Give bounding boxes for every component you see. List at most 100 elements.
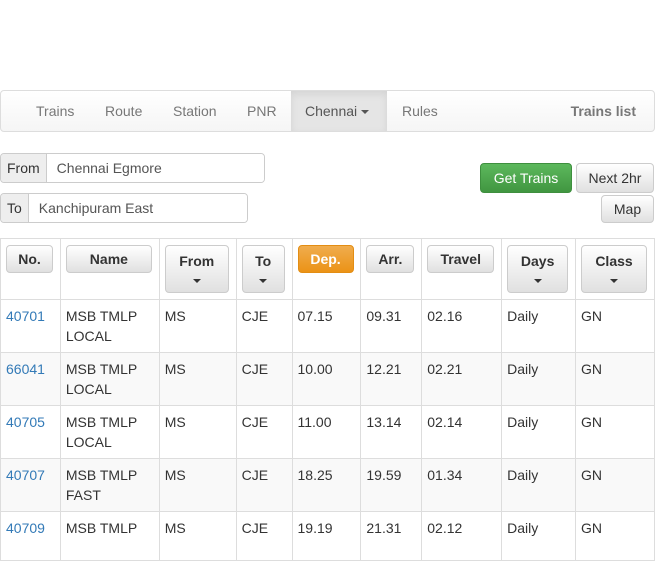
- table-cell: Daily: [501, 511, 576, 561]
- nav-station[interactable]: Station: [173, 91, 217, 131]
- sort-from-button[interactable]: From: [164, 245, 229, 293]
- table-cell: MSB TMLP LOCAL: [59, 352, 160, 406]
- table-cell: MS: [158, 458, 237, 512]
- table-cell: 10.00: [291, 352, 362, 406]
- sort-name-button[interactable]: Name: [65, 245, 152, 273]
- sort-dep-button[interactable]: Dep.: [297, 245, 354, 273]
- table-cell: Daily: [501, 299, 576, 353]
- get-trains-button[interactable]: Get Trains: [480, 163, 572, 193]
- sort-travel-button[interactable]: Travel: [427, 245, 495, 273]
- table-cell: GN: [575, 511, 655, 561]
- table-cell: 40709: [0, 511, 61, 561]
- nav-pnr[interactable]: PNR: [247, 91, 277, 131]
- table-cell: MS: [158, 352, 237, 406]
- table-cell: MSB TMLP: [59, 511, 160, 561]
- column-header: Travel: [421, 238, 503, 300]
- sort-arr-button[interactable]: Arr.: [366, 245, 415, 273]
- table-row: 40707 MSB TMLP FAST MS CJE 18.25 19.59 01.34 Da…: [0, 458, 655, 512]
- sort-class-button[interactable]: Class: [581, 245, 647, 293]
- train-number-link[interactable]: 40705: [6, 414, 45, 430]
- table-cell: 40707: [0, 458, 61, 512]
- nav-trains[interactable]: Trains: [36, 91, 74, 131]
- header-label: Arr.: [378, 251, 403, 267]
- table-cell: 02.14: [421, 405, 503, 459]
- table-cell: CJE: [235, 352, 293, 406]
- table-cell: CJE: [235, 299, 293, 353]
- trains-table: No. Name From To Dep. Arr. Travel Days Class 407…: [0, 238, 655, 561]
- table-cell: GN: [575, 458, 655, 512]
- header-label: To: [255, 253, 272, 269]
- column-header: Name: [59, 238, 160, 300]
- caret-down-icon: [259, 279, 268, 284]
- caret-down-icon: [610, 279, 618, 284]
- to-input-group: To: [0, 193, 248, 223]
- nav-route[interactable]: Route: [105, 91, 142, 131]
- table-row: 40701 MSB TMLP LOCAL MS CJE 07.15 09.31 02.16 D…: [0, 299, 655, 353]
- table-row: 40709 MSB TMLP MS CJE 19.19 21.31 02.12 Daily GN: [0, 511, 655, 561]
- table-row: 66041 MSB TMLP LOCAL MS CJE 10.00 12.21 02.21 D…: [0, 352, 655, 406]
- header-label: Days: [520, 253, 555, 269]
- table-cell: MS: [158, 299, 237, 353]
- table-cell: 19.59: [360, 458, 423, 512]
- table-cell: GN: [575, 352, 655, 406]
- from-input[interactable]: [46, 154, 264, 182]
- table-cell: CJE: [235, 405, 293, 459]
- from-input-group: From: [0, 153, 265, 183]
- column-header: Dep.: [291, 238, 362, 300]
- caret-down-icon: [192, 279, 201, 284]
- table-cell: 02.16: [421, 299, 503, 353]
- header-label: From: [179, 253, 215, 269]
- table-cell: 40701: [0, 299, 61, 353]
- train-number-link[interactable]: 40707: [6, 467, 45, 483]
- navbar: Trains Route Station PNR Chennai Rules T…: [0, 90, 655, 132]
- table-cell: GN: [575, 299, 655, 353]
- map-button[interactable]: Map: [601, 195, 654, 223]
- table-row: 40705 MSB TMLP LOCAL MS CJE 11.00 13.14 02.14 D…: [0, 405, 655, 459]
- column-header: Arr.: [360, 238, 423, 300]
- sort-no-button[interactable]: No.: [6, 245, 53, 273]
- column-header: To: [235, 238, 293, 300]
- header-label: Dep.: [310, 251, 341, 267]
- header-label: Travel: [440, 251, 481, 267]
- table-cell: MS: [158, 511, 237, 561]
- to-input[interactable]: [28, 194, 247, 222]
- trains-list-link[interactable]: Trains list: [571, 91, 636, 131]
- table-cell: 19.19: [291, 511, 362, 561]
- column-header: No.: [0, 238, 61, 300]
- table-cell: MS: [158, 405, 237, 459]
- table-cell: MSB TMLP LOCAL: [59, 299, 160, 353]
- table-cell: 18.25: [291, 458, 362, 512]
- table-cell: MSB TMLP LOCAL: [59, 405, 160, 459]
- table-cell: GN: [575, 405, 655, 459]
- train-number-link[interactable]: 40701: [6, 308, 45, 324]
- column-header: Days: [501, 238, 576, 300]
- table-cell: 21.31: [360, 511, 423, 561]
- table-cell: 66041: [0, 352, 61, 406]
- table-cell: 07.15: [291, 299, 362, 353]
- to-label: To: [1, 194, 29, 222]
- table-cell: 11.00: [291, 405, 362, 459]
- table-cell: 09.31: [360, 299, 423, 353]
- table-cell: 01.34: [421, 458, 503, 512]
- caret-down-icon: [533, 279, 542, 284]
- sort-days-button[interactable]: Days: [507, 245, 569, 293]
- train-number-link[interactable]: 66041: [6, 361, 45, 377]
- sort-to-button[interactable]: To: [241, 245, 285, 293]
- header-label: Class: [595, 253, 633, 269]
- table-cell: MSB TMLP FAST: [59, 458, 160, 512]
- from-label: From: [1, 154, 47, 182]
- table-cell: 02.12: [421, 511, 503, 561]
- header-label: Name: [89, 251, 128, 267]
- table-cell: 40705: [0, 405, 61, 459]
- table-cell: CJE: [235, 511, 293, 561]
- nav-chennai-label: Chennai: [305, 103, 358, 119]
- column-header: Class: [575, 238, 655, 300]
- train-number-link[interactable]: 40709: [6, 520, 45, 536]
- next-2hr-button[interactable]: Next 2hr: [576, 163, 654, 193]
- table-cell: CJE: [235, 458, 293, 512]
- table-cell: Daily: [501, 352, 576, 406]
- nav-chennai-dropdown[interactable]: Chennai: [291, 91, 387, 131]
- header-label: No.: [18, 251, 41, 267]
- column-header: From: [158, 238, 237, 300]
- nav-rules[interactable]: Rules: [402, 91, 438, 131]
